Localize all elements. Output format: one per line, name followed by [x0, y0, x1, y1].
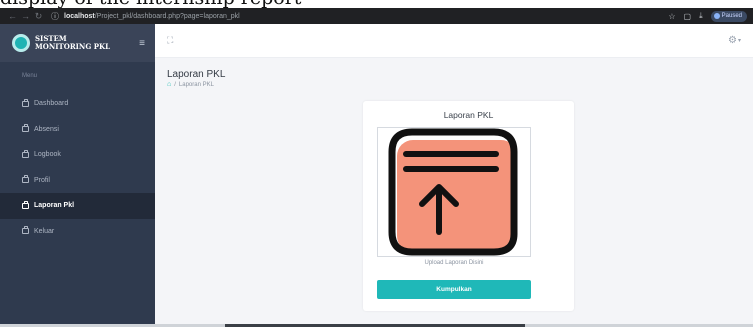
folder-icon [22, 149, 29, 158]
breadcrumb-separator: / [174, 81, 176, 88]
folder-icon [22, 175, 29, 184]
topbar: ⛶ ⚙ ▾ [155, 24, 753, 58]
sidebar-item-keluar[interactable]: Keluar [0, 219, 155, 245]
brand: SISTEM MONITORING PKL ≡ [0, 24, 155, 62]
profile-paused-badge[interactable]: Paused [710, 10, 747, 22]
sidebar-item-profil[interactable]: Profil [0, 168, 155, 194]
folder-icon [22, 226, 29, 235]
sidebar-toggle-icon[interactable]: ≡ [139, 38, 145, 49]
sidebar-item-laporan-pkl[interactable]: Laporan Pkl [0, 193, 155, 219]
upload-file-icon [388, 128, 518, 256]
reload-icon[interactable]: ↻ [32, 8, 45, 24]
extensions-icon[interactable]: ▢ [684, 12, 692, 21]
gear-icon[interactable]: ⚙ [728, 35, 737, 46]
breadcrumb: ⌂ / Laporan PKL [167, 81, 214, 88]
home-icon[interactable]: ⌂ [167, 81, 171, 88]
paused-label: Paused [721, 13, 742, 19]
submit-button[interactable]: Kumpulkan [377, 280, 531, 299]
folder-icon [22, 200, 29, 209]
chevron-down-icon[interactable]: ▾ [738, 37, 741, 44]
bookmark-star-icon[interactable]: ☆ [668, 12, 675, 21]
page-title: Laporan PKL [167, 69, 226, 80]
upload-hint: Upload Laporan Disini [424, 260, 484, 266]
sidebar-item-label: Profil [34, 176, 50, 184]
card-title: Laporan PKL [443, 110, 494, 120]
profile-avatar-icon [713, 13, 720, 19]
site-info-icon[interactable]: ⓘ [51, 11, 59, 22]
url-host: localhost [64, 12, 95, 20]
sidebar-item-label: Logbook [34, 151, 61, 159]
address-bar[interactable]: ⓘ localhost /Project_pkl/dashboard.php?p… [51, 10, 651, 22]
sidebar-item-logbook[interactable]: Logbook [0, 142, 155, 168]
fullscreen-icon[interactable]: ⛶ [167, 35, 173, 46]
caption: display of the internship report [0, 0, 753, 8]
breadcrumb-current: Laporan PKL [178, 81, 214, 88]
menu-heading: Menu [22, 73, 38, 79]
upload-card: Laporan PKL Upload Laporan Disini Kumpul… [363, 101, 574, 311]
sidebar-item-label: Laporan Pkl [34, 202, 75, 210]
brand-line-2: MONITORING PKL [35, 42, 111, 51]
upload-dropzone[interactable] [377, 127, 531, 257]
sidebar-item-dashboard[interactable]: Dashboard [0, 91, 155, 117]
caption-text: display of the internship report [0, 0, 301, 8]
brand-logo [12, 34, 30, 52]
sidebar-item-absensi[interactable]: Absensi [0, 117, 155, 143]
folder-icon [22, 124, 29, 133]
back-icon[interactable]: ← [6, 8, 19, 24]
sidebar: SISTEM MONITORING PKL ≡ Menu Dashboard A… [0, 24, 155, 327]
sidebar-item-label: Absensi [34, 125, 59, 133]
main-content: Laporan PKL ⌂ / Laporan PKL Laporan PKL … [155, 58, 753, 327]
sidebar-item-label: Keluar [34, 227, 55, 235]
browser-toolbar: ← → ↻ ⓘ localhost /Project_pkl/dashboard… [0, 8, 753, 24]
forward-icon[interactable]: → [19, 8, 32, 24]
folder-icon [22, 98, 29, 107]
brand-title: SISTEM MONITORING PKL [35, 35, 135, 51]
sidebar-item-label: Dashboard [34, 100, 69, 108]
download-icon[interactable]: ⤓ [699, 11, 703, 21]
url-path: /Project_pkl/dashboard.php?page=laporan_… [94, 12, 240, 20]
